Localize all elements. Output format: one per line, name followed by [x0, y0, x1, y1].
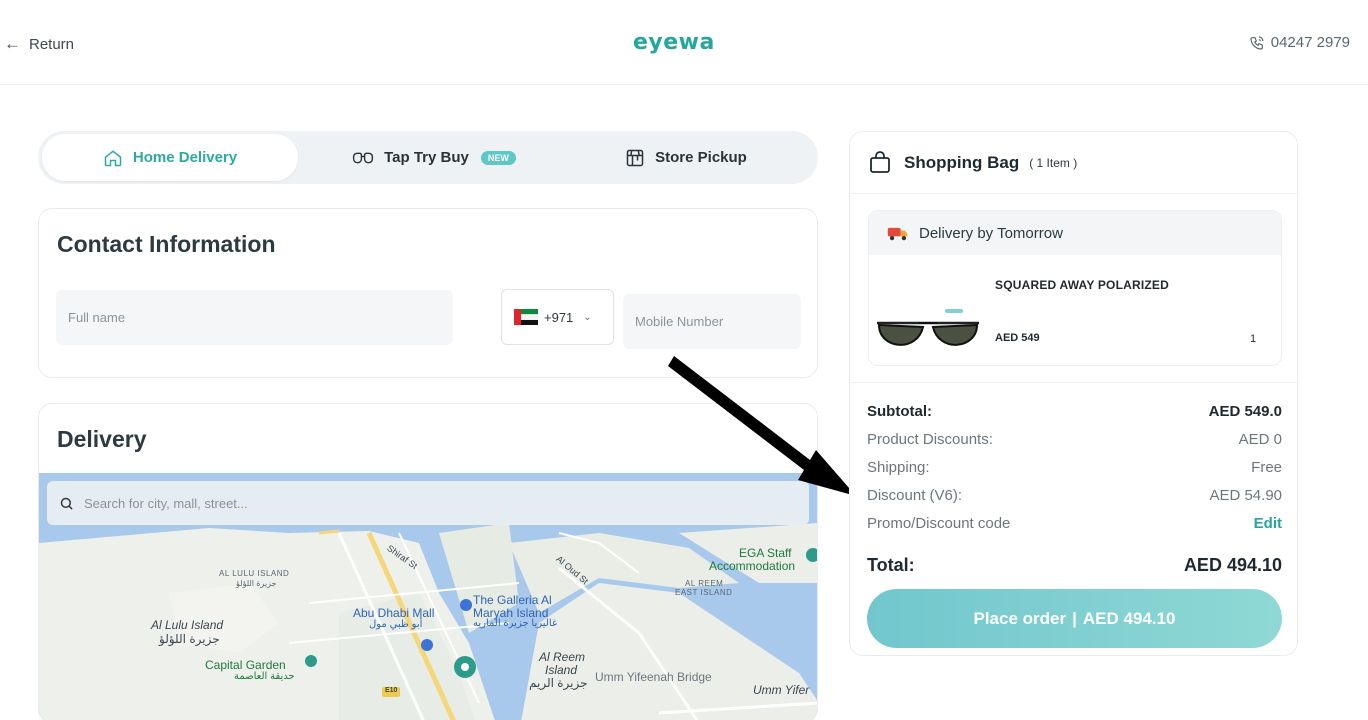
map-label: Accommodation	[709, 559, 796, 573]
shopping-bag-icon	[870, 150, 890, 173]
map-label: Al Lulu Island	[151, 618, 224, 632]
summary-value: AED 54.90	[1209, 487, 1282, 504]
return-label: Return	[29, 35, 75, 53]
map-label: The Galleria Al	[473, 593, 552, 607]
map-label: EAST ISLAND	[675, 588, 733, 597]
home-icon	[104, 149, 122, 166]
contact-title: Contact Information	[57, 231, 276, 257]
map-label: حديقة العاصمة	[234, 671, 295, 682]
country-code-select[interactable]: +971 ⌄	[501, 289, 614, 345]
shopping-bag-panel: Shopping Bag ( 1 Item ) Delivery by Tomo…	[849, 131, 1298, 656]
tab-label: Tap Try Buy	[384, 149, 469, 166]
return-link[interactable]: ← Return	[4, 34, 74, 54]
total-label: Total:	[867, 555, 915, 575]
arrow-left-icon: ←	[4, 34, 21, 53]
phone-icon	[1250, 35, 1264, 50]
map-label: AL REEM	[685, 579, 724, 588]
delivery-method-tabs: Home Delivery Tap Try Buy NEW Store Pick…	[38, 131, 818, 184]
bag-item-count: ( 1 Item )	[1029, 155, 1078, 170]
product-quantity: 1	[1250, 333, 1257, 345]
tab-label: Store Pickup	[655, 149, 747, 166]
summary-divider	[850, 382, 1297, 383]
map-label: Capital Garden	[205, 658, 286, 672]
map-label: EGA Staff	[739, 546, 792, 560]
place-order-button[interactable]: Place order | AED 494.10	[867, 589, 1282, 648]
store-icon	[626, 149, 644, 166]
delivery-title: Delivery	[57, 426, 147, 452]
bag-header: Shopping Bag ( 1 Item )	[850, 132, 1297, 194]
full-name-field[interactable]: Full name	[56, 290, 453, 345]
mobile-number-field[interactable]: Mobile Number	[623, 294, 801, 349]
country-code-value: +971	[544, 309, 574, 325]
search-icon	[60, 497, 73, 510]
top-header: ← Return eyewa 04247 2979	[0, 0, 1368, 85]
map-label: Al Reem	[539, 650, 586, 664]
total-value: AED 494.10	[1183, 555, 1282, 575]
sunglasses-image	[877, 309, 979, 346]
summary-value: AED 549.0	[1208, 403, 1282, 420]
total-row: Total: AED 494.10	[867, 555, 1282, 576]
tab-tap-try-buy[interactable]: Tap Try Buy NEW	[306, 134, 562, 181]
map-label: جزيرة اللؤلؤ	[159, 632, 220, 646]
glasses-icon	[352, 152, 374, 163]
product-price: AED 549	[995, 332, 1040, 344]
place-order-amount: AED 494.10	[1082, 608, 1176, 628]
delivery-map[interactable]: Search for city, mall, street... AL LULU…	[39, 473, 817, 720]
delivery-banner-text: Delivery by Tomorrow	[919, 224, 1063, 242]
search-placeholder: Search for city, mall, street...	[84, 495, 248, 511]
bag-item: Delivery by Tomorrow SQUARED AWAY POLARI…	[868, 210, 1282, 366]
map-label: Island	[545, 663, 578, 677]
summary-value: AED 0	[1238, 431, 1282, 448]
map-label: Umm Yifer	[753, 683, 810, 697]
tab-home-delivery[interactable]: Home Delivery	[42, 134, 298, 181]
map-label: Abu Dhabi Mall	[353, 606, 435, 620]
summary-value: Free	[1251, 459, 1282, 476]
tab-store-pickup[interactable]: Store Pickup	[558, 134, 814, 181]
road-shield: E10	[385, 687, 398, 694]
map-label: Umm Yifeenah Bridge	[595, 670, 712, 684]
header-divider	[0, 84, 1368, 85]
map-label: أبو ظبي مول	[369, 619, 423, 630]
promo-code-row: Promo/Discount code Edit	[867, 515, 1282, 532]
summary-label: Shipping:	[867, 459, 930, 476]
eyewa-logo[interactable]: eyewa	[633, 30, 715, 55]
product-discounts-row: Product Discounts: AED 0	[867, 431, 1282, 448]
place-order-label: Place order	[973, 608, 1067, 628]
phone-contact[interactable]: 04247 2979	[1249, 34, 1350, 51]
tab-label: Home Delivery	[132, 149, 238, 166]
truck-icon	[887, 227, 908, 241]
bag-title: Shopping Bag	[904, 152, 1020, 172]
uae-flag-icon	[514, 309, 538, 325]
product-name: SQUARED AWAY POLARIZED	[995, 278, 1169, 292]
delivery-banner: Delivery by Tomorrow	[869, 211, 1281, 255]
summary-label: Promo/Discount code	[867, 515, 1011, 532]
map-label: جزيرة الريم	[529, 676, 588, 690]
phone-number: 04247 2979	[1270, 34, 1350, 51]
edit-promo-link[interactable]: Edit	[1254, 515, 1282, 532]
summary-label: Discount (V6):	[867, 487, 963, 504]
summary-label: Product Discounts:	[867, 431, 993, 448]
map-label: AL LULU ISLAND	[219, 569, 290, 578]
new-badge: NEW	[480, 150, 516, 165]
summary-label: Subtotal:	[867, 403, 932, 420]
place-order-separator: |	[1072, 608, 1077, 628]
chevron-down-icon: ⌄	[583, 311, 592, 323]
map-label: غاليريا جزيرة الماريه	[473, 618, 558, 629]
discount-row: Discount (V6): AED 54.90	[867, 487, 1282, 504]
shipping-row: Shipping: Free	[867, 459, 1282, 476]
annotation-arrow-icon	[668, 356, 856, 496]
map-label: جزيرة اللؤلؤ	[236, 579, 277, 588]
subtotal-row: Subtotal: AED 549.0	[867, 403, 1282, 420]
